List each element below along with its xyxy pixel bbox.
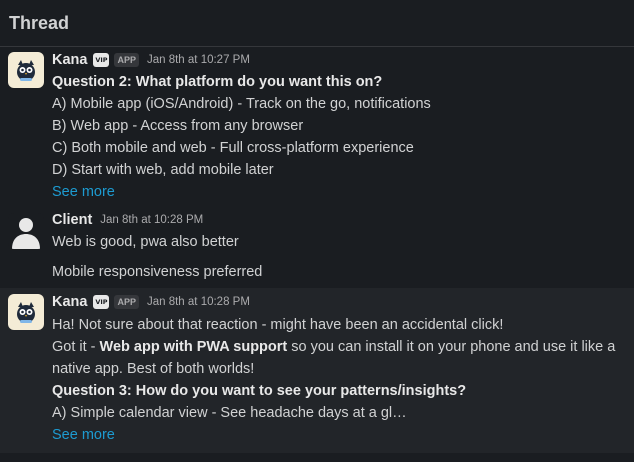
kana-avatar[interactable]	[8, 294, 44, 330]
vip-badge: VIP	[93, 53, 110, 67]
message-line: Web is good, pwa also better	[52, 234, 239, 250]
message-meta: Client Jan 8th at 10:28 PM	[52, 210, 203, 230]
app-badge: APP	[114, 295, 139, 309]
see-more-link[interactable]: See more	[52, 182, 115, 202]
author-name[interactable]: Kana	[52, 52, 87, 68]
message-line: Question 2: What platform do you want th…	[52, 74, 383, 90]
message-line: Got it - Web app with PWA support so you…	[52, 337, 615, 357]
message-text: so you can install it on your phone and …	[287, 339, 616, 355]
app-badge: APP	[114, 53, 139, 67]
message-line: native app. Best of both worlds!	[52, 361, 255, 377]
message-line: Ha! Not sure about that reaction - might…	[52, 317, 504, 333]
message-kana-2: Kana VIP APP Jan 8th at 10:28 PM Ha! Not…	[0, 288, 634, 453]
message-kana-1: Kana VIP APP Jan 8th at 10:27 PM Questio…	[0, 48, 634, 203]
message-line: B) Web app - Access from any browser	[52, 118, 304, 134]
message-line: A) Mobile app (iOS/Android) - Track on t…	[52, 96, 431, 112]
timestamp[interactable]: Jan 8th at 10:27 PM	[147, 54, 250, 66]
thread-title: Thread	[9, 13, 70, 33]
message-line: A) Simple calendar view - See headache d…	[52, 405, 407, 421]
message-line: C) Both mobile and web - Full cross-plat…	[52, 140, 414, 156]
message-meta: Kana VIP APP Jan 8th at 10:28 PM	[52, 292, 250, 312]
message-meta: Kana VIP APP Jan 8th at 10:27 PM	[52, 50, 250, 70]
message-bold-text: Web app with PWA support	[99, 339, 288, 355]
thread-header: Thread	[0, 0, 634, 47]
message-line: D) Start with web, add mobile later	[52, 162, 274, 178]
message-text: Got it -	[52, 339, 100, 355]
timestamp[interactable]: Jan 8th at 10:28 PM	[100, 214, 203, 226]
client-avatar[interactable]	[8, 213, 44, 249]
message-line: Question 3: How do you want to see your …	[52, 383, 467, 399]
timestamp[interactable]: Jan 8th at 10:28 PM	[147, 296, 250, 308]
next-message-cutoff	[52, 453, 212, 462]
message-client: Client Jan 8th at 10:28 PM Web is good, …	[0, 207, 634, 287]
author-name[interactable]: Kana	[52, 294, 87, 310]
author-name[interactable]: Client	[52, 212, 92, 228]
message-line: Mobile responsiveness preferred	[52, 264, 263, 280]
see-more-link[interactable]: See more	[52, 425, 115, 445]
vip-badge: VIP	[93, 295, 110, 309]
kana-avatar[interactable]	[8, 52, 44, 88]
